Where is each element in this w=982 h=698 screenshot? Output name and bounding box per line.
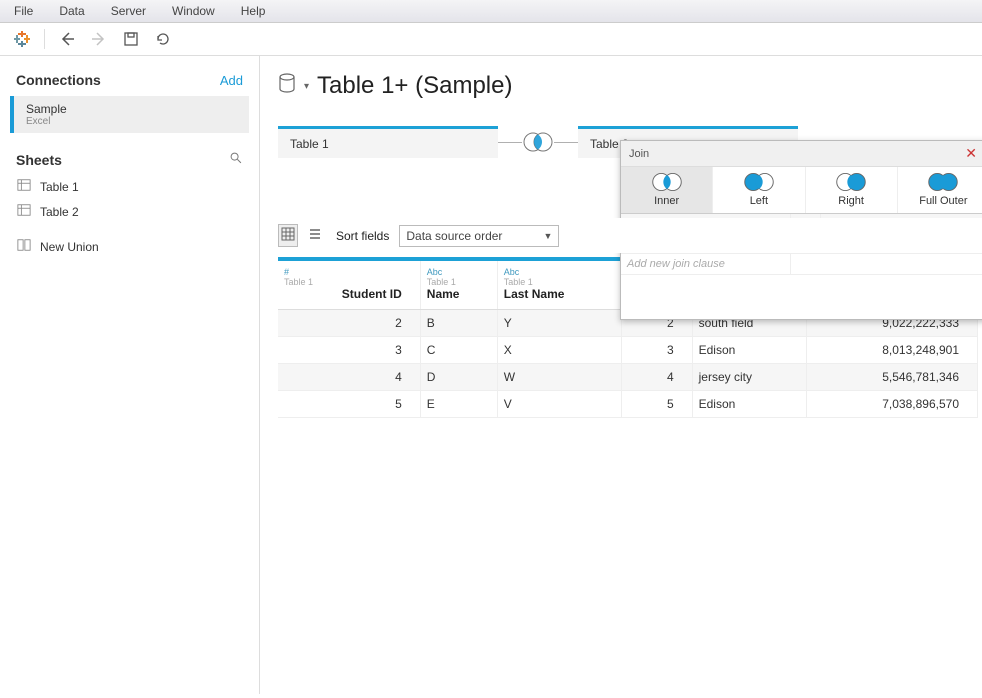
cell: E [420, 391, 497, 418]
cell: 3 [278, 337, 420, 364]
connection-name: Sample [26, 102, 237, 116]
cell: Y [497, 310, 621, 337]
join-type-full-outer[interactable]: Full Outer [898, 167, 982, 213]
sort-fields-label: Sort fields [336, 229, 389, 243]
join-dialog-title: Join [629, 148, 649, 160]
sidebar: Connections Add Sample Excel Sheets Tabl… [0, 56, 260, 694]
col-name[interactable]: Name [420, 287, 497, 310]
datasource-title[interactable]: Table 1+ (Sample) [317, 72, 512, 100]
cell: 2 [278, 310, 420, 337]
sort-fields-dropdown[interactable]: Data source order ▼ [399, 225, 559, 247]
menu-bar: File Data Server Window Help [0, 0, 982, 23]
cell: 7,038,896,570 [806, 391, 977, 418]
col-name[interactable]: Last Name [497, 287, 621, 310]
close-icon[interactable]: ✕ [961, 145, 981, 162]
cell: B [420, 310, 497, 337]
toolbar [0, 23, 982, 56]
sheets-title: Sheets [16, 152, 62, 168]
sheet-label: Table 2 [40, 205, 79, 219]
col-type: Abc [497, 261, 621, 277]
cell: 4 [278, 364, 420, 391]
col-name[interactable]: Student ID [278, 287, 420, 310]
cell: jersey city [692, 364, 806, 391]
cell: 8,013,248,901 [806, 337, 977, 364]
list-view-icon[interactable] [308, 227, 322, 244]
join-dialog-body [621, 275, 982, 319]
datasource-title-row: ▾ Table 1+ (Sample) [278, 72, 982, 126]
menu-data[interactable]: Data [55, 2, 88, 20]
sheet-icon [16, 178, 32, 195]
new-union-button[interactable]: New Union [0, 234, 259, 259]
sheet-item[interactable]: Table 1 [0, 174, 259, 199]
cell: D [420, 364, 497, 391]
cell: 5 [621, 391, 692, 418]
search-icon[interactable] [229, 151, 243, 168]
tableau-logo-icon [12, 29, 32, 49]
join-type-left[interactable]: Left [713, 167, 805, 213]
table-row[interactable]: 5EV5Edison7,038,896,570 [278, 391, 978, 418]
cell: C [420, 337, 497, 364]
back-icon[interactable] [57, 29, 77, 49]
cell: 4 [621, 364, 692, 391]
add-connection-link[interactable]: Add [220, 73, 243, 88]
table-row[interactable]: 3CX3Edison8,013,248,901 [278, 337, 978, 364]
new-union-label: New Union [40, 240, 99, 254]
menu-window[interactable]: Window [168, 2, 219, 20]
refresh-icon[interactable] [153, 29, 173, 49]
forward-icon[interactable] [89, 29, 109, 49]
col-source: Table 1 [278, 277, 420, 287]
join-type-right[interactable]: Right [806, 167, 898, 213]
save-icon[interactable] [121, 29, 141, 49]
chevron-down-icon: ▼ [543, 231, 552, 241]
union-icon [16, 238, 32, 255]
grid-view-icon[interactable] [278, 224, 298, 247]
cell: 3 [621, 337, 692, 364]
cell: Edison [692, 391, 806, 418]
menu-server[interactable]: Server [107, 2, 150, 20]
database-icon [278, 72, 296, 100]
sheet-icon [16, 203, 32, 220]
col-type: Abc [420, 261, 497, 277]
menu-help[interactable]: Help [237, 2, 270, 20]
cell: Edison [692, 337, 806, 364]
join-type-inner[interactable]: Inner [621, 167, 713, 213]
cell: W [497, 364, 621, 391]
cell: 5 [278, 391, 420, 418]
add-join-clause[interactable]: Add new join clause [621, 254, 982, 275]
connections-title: Connections [16, 72, 101, 88]
col-source: Table 1 [420, 277, 497, 287]
sheet-item[interactable]: Table 2 [0, 199, 259, 224]
col-source: Table 1 [497, 277, 621, 287]
connection-item[interactable]: Sample Excel [10, 96, 249, 133]
canvas-table-left[interactable]: Table 1 [278, 126, 498, 158]
menu-file[interactable]: File [10, 2, 37, 20]
cell: 5,546,781,346 [806, 364, 977, 391]
cell: V [497, 391, 621, 418]
main-area: ▾ Table 1+ (Sample) Table 1 Table 2 Join… [260, 56, 982, 694]
datasource-dropdown-icon[interactable]: ▾ [304, 81, 309, 92]
join-connector[interactable] [498, 131, 578, 153]
sheet-label: Table 1 [40, 180, 79, 194]
grid-toolbar: Sort fields Data source order ▼ [278, 218, 982, 253]
divider [44, 29, 45, 49]
cell: X [497, 337, 621, 364]
connection-type: Excel [26, 116, 237, 127]
table-row[interactable]: 4DW4jersey city5,546,781,346 [278, 364, 978, 391]
col-type: # [278, 261, 420, 277]
